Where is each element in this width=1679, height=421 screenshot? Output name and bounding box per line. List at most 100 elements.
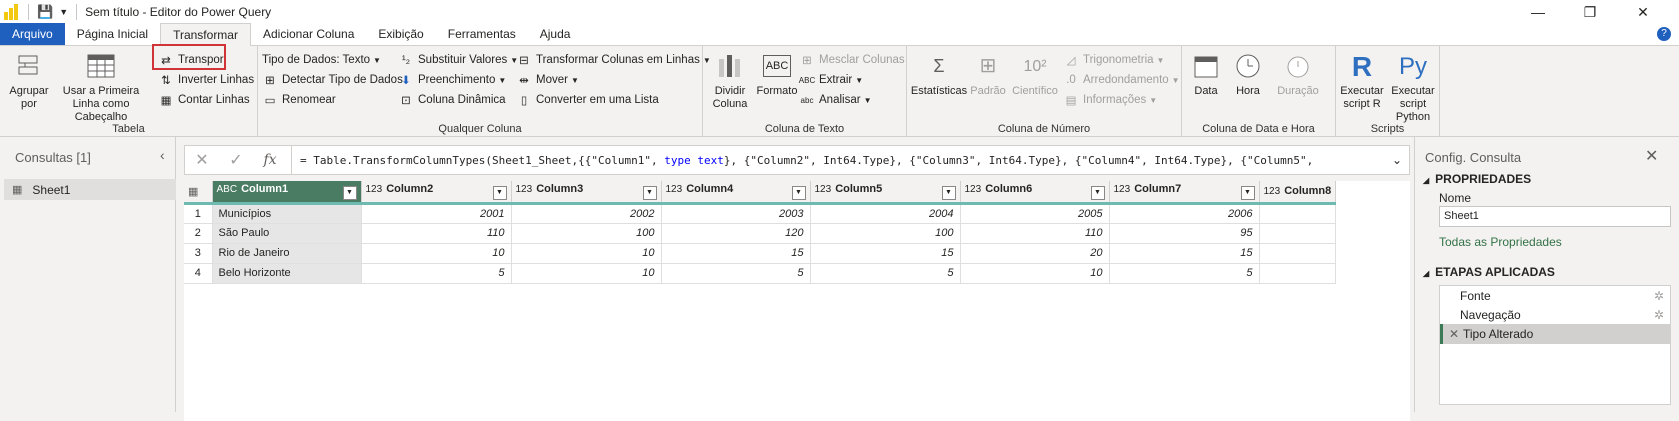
cientifico-button[interactable]: 10² Científico	[1009, 50, 1061, 98]
cancel-icon[interactable]: ✕	[185, 146, 219, 174]
table-cell[interactable]: 120	[661, 223, 811, 244]
trigonometria-button[interactable]: ◿ Trigonometria ▼	[1063, 50, 1165, 70]
data-button[interactable]: Data	[1186, 50, 1226, 98]
tab-ferramentas[interactable]: Ferramentas	[436, 23, 528, 45]
restore-button[interactable]: ❐	[1567, 0, 1613, 24]
tab-ajuda[interactable]: Ajuda	[528, 23, 583, 45]
table-cell[interactable]	[1259, 223, 1337, 244]
tab-transformar[interactable]: Transformar	[160, 23, 251, 46]
column-header-column7[interactable]: 123 Column7 ▼	[1109, 181, 1260, 205]
tab-exibicao[interactable]: Exibição	[366, 23, 435, 45]
fx-icon[interactable]: fx	[253, 146, 287, 174]
table-cell[interactable]: 2002	[511, 203, 662, 224]
padrao-button[interactable]: ⊞ Padrão	[967, 50, 1009, 98]
table-cell[interactable]: 10	[361, 243, 512, 264]
transformar-colunas-button[interactable]: ⊟ Transformar Colunas em Linhas ▼	[516, 50, 711, 70]
column-header-column3[interactable]: 123 Column3 ▼	[511, 181, 662, 205]
table-cell[interactable]: 15	[810, 243, 961, 264]
row-number[interactable]: 3	[184, 243, 213, 264]
analisar-button[interactable]: abc Analisar ▼	[799, 90, 872, 110]
minimize-button[interactable]: —	[1515, 0, 1561, 24]
executar-script-r-button[interactable]: R Executar script R	[1340, 50, 1384, 111]
quick-access-dropdown-icon[interactable]: ▼	[59, 7, 68, 17]
table-cell[interactable]: 15	[661, 243, 811, 264]
table-cell[interactable]: 5	[1109, 263, 1260, 284]
row-number[interactable]: 2	[184, 223, 213, 244]
table-cell[interactable]: 20	[960, 243, 1110, 264]
table-cell[interactable]: 2005	[960, 203, 1110, 224]
filter-dropdown-icon[interactable]: ▼	[941, 185, 956, 200]
contar-linhas-button[interactable]: ▦ Contar Linhas	[158, 90, 250, 110]
table-cell[interactable]: 95	[1109, 223, 1260, 244]
table-cell[interactable]: 110	[361, 223, 512, 244]
table-cell[interactable]: Rio de Janeiro	[212, 243, 362, 264]
tab-arquivo[interactable]: Arquivo	[0, 23, 65, 45]
usar-primeira-linha-button[interactable]: Usar a Primeira Linha como Cabeçalho	[52, 50, 150, 124]
gear-icon[interactable]: ✲	[1654, 289, 1664, 303]
renomear-button[interactable]: ▭ Renomear	[262, 90, 336, 110]
coluna-dinamica-button[interactable]: ⊡ Coluna Dinâmica	[398, 90, 505, 110]
close-button[interactable]: ✕	[1620, 0, 1666, 24]
column-header-column2[interactable]: 123 Column2 ▼	[361, 181, 512, 205]
row-number[interactable]: 4	[184, 263, 213, 284]
estatisticas-button[interactable]: Σ Estatísticas	[911, 50, 967, 98]
row-number[interactable]: 1	[184, 203, 213, 224]
table-cell[interactable]: 10	[960, 263, 1110, 284]
filter-dropdown-icon[interactable]: ▼	[1090, 185, 1105, 200]
table-menu-icon[interactable]: ▦	[184, 181, 213, 205]
inverter-linhas-button[interactable]: ⇅ Inverter Linhas	[158, 70, 254, 90]
expand-formula-icon[interactable]: ⌄	[1385, 153, 1409, 167]
step-fonte[interactable]: Fonte ✲	[1440, 286, 1670, 306]
collapse-queries-icon[interactable]: ‹	[160, 147, 165, 163]
save-icon[interactable]: 💾	[37, 4, 53, 20]
table-cell[interactable]: 100	[511, 223, 662, 244]
formato-button[interactable]: ABC Formato	[755, 50, 799, 98]
tab-pagina-inicial[interactable]: Página Inicial	[65, 23, 160, 45]
table-cell[interactable]: 10	[511, 243, 662, 264]
step-navegacao[interactable]: Navegação ✲	[1440, 305, 1670, 325]
table-cell[interactable]: Belo Horizonte	[212, 263, 362, 284]
column-header-column6[interactable]: 123 Column6 ▼	[960, 181, 1110, 205]
query-item-sheet1[interactable]: ▦ Sheet1	[4, 179, 176, 200]
confirm-icon[interactable]: ✓	[219, 146, 253, 174]
executar-script-python-button[interactable]: Py Executar script Python	[1386, 50, 1440, 124]
informacoes-button[interactable]: ▤ Informações ▼	[1063, 90, 1158, 110]
tipo-de-dados-dropdown[interactable]: Tipo de Dados: Texto ▼	[262, 50, 381, 70]
filter-dropdown-icon[interactable]: ▼	[492, 185, 507, 200]
hora-button[interactable]: Hora	[1228, 50, 1268, 98]
etapas-section[interactable]: ◢ ETAPAS APLICADAS	[1423, 265, 1555, 279]
step-tipo-alterado[interactable]: ✕ Tipo Alterado	[1440, 324, 1670, 344]
detectar-tipo-button[interactable]: ⊞ Detectar Tipo de Dados	[262, 70, 403, 90]
table-cell[interactable]: 15	[1109, 243, 1260, 264]
mover-button[interactable]: ⇹ Mover ▼	[516, 70, 579, 90]
table-cell[interactable]: São Paulo	[212, 223, 362, 244]
tab-adicionar-coluna[interactable]: Adicionar Coluna	[251, 23, 366, 45]
duracao-button[interactable]: Duração	[1272, 50, 1324, 98]
close-settings-icon[interactable]: ✕	[1645, 146, 1658, 166]
filter-dropdown-icon[interactable]: ▼	[791, 185, 806, 200]
preenchimento-button[interactable]: ⬇ Preenchimento ▼	[398, 70, 506, 90]
help-icon[interactable]: ?	[1657, 27, 1671, 41]
table-cell[interactable]: 2003	[661, 203, 811, 224]
table-cell[interactable]: 110	[960, 223, 1110, 244]
extrair-button[interactable]: ABC Extrair ▼	[799, 70, 863, 90]
table-cell[interactable]: 10	[511, 263, 662, 284]
propriedades-section[interactable]: ◢ PROPRIEDADES	[1423, 172, 1531, 186]
table-cell[interactable]: 100	[810, 223, 961, 244]
table-cell[interactable]: 2004	[810, 203, 961, 224]
table-cell[interactable]	[1259, 243, 1337, 264]
arredondamento-button[interactable]: .0 Arredondamento ▼	[1063, 70, 1179, 90]
mesclar-colunas-button[interactable]: ⊞ Mesclar Colunas	[799, 50, 904, 70]
todas-propriedades-link[interactable]: Todas as Propriedades	[1439, 235, 1562, 249]
table-cell[interactable]	[1259, 263, 1337, 284]
substituir-valores-button[interactable]: ¹₂ Substituir Valores ▼	[398, 50, 518, 70]
column-header-column4[interactable]: 123 Column4 ▼	[661, 181, 811, 205]
column-header-column5[interactable]: 123 Column5 ▼	[810, 181, 961, 205]
filter-dropdown-icon[interactable]: ▼	[1240, 185, 1255, 200]
column-header-column8[interactable]: 123 Column8	[1259, 181, 1337, 205]
filter-dropdown-icon[interactable]: ▼	[642, 185, 657, 200]
table-cell[interactable]: Municípios	[212, 203, 362, 224]
agrupar-por-button[interactable]: Agrupar por	[4, 50, 54, 111]
table-cell[interactable]: 5	[361, 263, 512, 284]
delete-step-icon[interactable]: ✕	[1449, 327, 1463, 341]
